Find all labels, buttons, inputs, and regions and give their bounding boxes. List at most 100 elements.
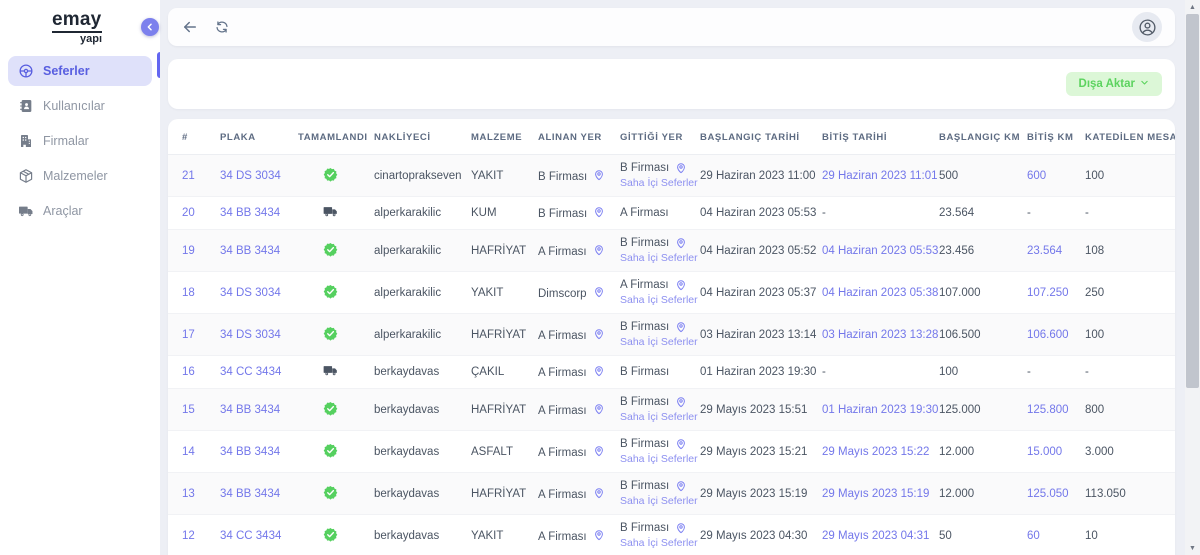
end-km[interactable]: 60 — [1021, 515, 1079, 555]
end-km[interactable]: 107.250 — [1021, 272, 1079, 314]
location-pin-icon[interactable] — [675, 522, 687, 534]
user-menu-button[interactable] — [1132, 12, 1162, 42]
site-trips-link[interactable]: Saha İçi Seferler — [620, 252, 688, 264]
plate-link[interactable]: 34 DS 3034 — [220, 170, 281, 182]
site-trips-link[interactable]: Saha İçi Seferler — [620, 177, 688, 189]
trip-number-link[interactable]: 17 — [182, 329, 195, 341]
end-km[interactable]: 600 — [1021, 155, 1079, 197]
end-km[interactable]: 125.800 — [1021, 389, 1079, 431]
location-pin-icon[interactable] — [593, 403, 605, 415]
end-date[interactable]: 04 Haziran 2023 05:38 — [816, 272, 933, 314]
location-pin-icon[interactable] — [675, 279, 687, 291]
plate-link[interactable]: 34 BB 3434 — [220, 488, 280, 500]
plate-link[interactable]: 34 BB 3434 — [220, 207, 280, 219]
trip-number-link[interactable]: 15 — [182, 404, 195, 416]
sidebar-item-araclar[interactable]: Araçlar — [8, 196, 152, 226]
scrollbar-thumb[interactable] — [1186, 14, 1199, 388]
start-km: 23.564 — [933, 197, 1021, 230]
start-date: 04 Haziran 2023 05:53 — [694, 197, 816, 230]
location-pin-icon[interactable] — [593, 169, 605, 181]
location-pin-icon[interactable] — [593, 445, 605, 457]
carrier-name: alperkarakilic — [368, 197, 465, 230]
sidebar-item-label: Malzemeler — [43, 169, 108, 183]
scroll-up-arrow[interactable]: ▲ — [1185, 0, 1200, 14]
end-date[interactable]: 03 Haziran 2023 13:28 — [816, 314, 933, 356]
materials-icon — [18, 168, 34, 184]
end-date[interactable]: 29 Mayıs 2023 15:19 — [816, 473, 933, 515]
check-badge-icon — [323, 167, 338, 182]
end-km[interactable]: 23.564 — [1021, 230, 1079, 272]
location-pin-icon[interactable] — [675, 162, 687, 174]
trip-row: 21 34 DS 3034 cinartoprakseven YAKIT B F… — [168, 155, 1175, 197]
location-pin-icon[interactable] — [593, 487, 605, 499]
vertical-scrollbar[interactable]: ▲ ▼ — [1185, 0, 1200, 555]
plate-link[interactable]: 34 BB 3434 — [220, 245, 280, 257]
trip-number-link[interactable]: 13 — [182, 488, 195, 500]
end-date[interactable]: 29 Mayıs 2023 15:22 — [816, 431, 933, 473]
trip-number-link[interactable]: 21 — [182, 170, 195, 182]
end-km[interactable]: 106.600 — [1021, 314, 1079, 356]
distance: 10 — [1079, 515, 1175, 555]
trip-row: 14 34 BB 3434 berkaydavas ASFALT A Firma… — [168, 431, 1175, 473]
trip-row: 17 34 DS 3034 alperkarakilic HAFRİYAT A … — [168, 314, 1175, 356]
plate-link[interactable]: 34 DS 3034 — [220, 287, 281, 299]
trip-number-link[interactable]: 12 — [182, 530, 195, 542]
user-circle-icon — [1138, 18, 1157, 37]
back-button[interactable] — [181, 18, 199, 36]
plate-link[interactable]: 34 BB 3434 — [220, 404, 280, 416]
location-pin-icon[interactable] — [593, 328, 605, 340]
site-trips-link[interactable]: Saha İçi Seferler — [620, 411, 688, 423]
end-date[interactable]: 29 Mayıs 2023 04:31 — [816, 515, 933, 555]
column-header-bi-ti-s-km: BİTİŞ KM — [1021, 119, 1079, 155]
end-km[interactable]: 15.000 — [1021, 431, 1079, 473]
site-trips-link[interactable]: Saha İçi Seferler — [620, 294, 688, 306]
export-button[interactable]: Dışa Aktar — [1066, 72, 1162, 96]
sidebar-item-malzemeler[interactable]: Malzemeler — [8, 161, 152, 191]
location-pin-icon[interactable] — [675, 480, 687, 492]
plate-link[interactable]: 34 BB 3434 — [220, 446, 280, 458]
end-km[interactable]: 125.050 — [1021, 473, 1079, 515]
plate-link[interactable]: 34 CC 3434 — [220, 366, 281, 378]
location-pin-icon[interactable] — [593, 206, 605, 218]
plate-link[interactable]: 34 DS 3034 — [220, 329, 281, 341]
carrier-name: berkaydavas — [368, 515, 465, 555]
sidebar-item-seferler[interactable]: Seferler — [8, 56, 152, 86]
sidebar-item-label: Kullanıcılar — [43, 99, 105, 113]
end-date[interactable]: 04 Haziran 2023 05:53 — [816, 230, 933, 272]
end-date[interactable]: 29 Haziran 2023 11:01 — [816, 155, 933, 197]
scroll-down-arrow[interactable]: ▼ — [1185, 541, 1200, 555]
location-pin-icon[interactable] — [675, 321, 687, 333]
carrier-name: berkaydavas — [368, 356, 465, 389]
location-pin-icon[interactable] — [675, 438, 687, 450]
main-content: Dışa Aktar #PLAKATAMAMLANDINAKLİYECİMALZ… — [160, 0, 1185, 555]
start-km: 500 — [933, 155, 1021, 197]
destination-location: B Firması — [620, 321, 669, 333]
location-pin-icon[interactable] — [593, 529, 605, 541]
location-pin-icon[interactable] — [593, 244, 605, 256]
column-header-nakli-yeci: NAKLİYECİ — [368, 119, 465, 155]
refresh-button[interactable] — [215, 20, 229, 34]
end-date[interactable]: 01 Haziran 2023 19:30 — [816, 389, 933, 431]
trip-number-link[interactable]: 19 — [182, 245, 195, 257]
location-pin-icon[interactable] — [593, 286, 605, 298]
end-km: - — [1021, 356, 1079, 389]
site-trips-link[interactable]: Saha İçi Seferler — [620, 336, 688, 348]
sidebar-collapse-button[interactable] — [141, 18, 159, 36]
location-pin-icon[interactable] — [675, 396, 687, 408]
site-trips-link[interactable]: Saha İçi Seferler — [620, 453, 688, 465]
material-name: ÇAKIL — [465, 356, 532, 389]
carrier-name: alperkarakilic — [368, 314, 465, 356]
start-km: 12.000 — [933, 473, 1021, 515]
plate-link[interactable]: 34 CC 3434 — [220, 530, 281, 542]
trip-number-link[interactable]: 18 — [182, 287, 195, 299]
sidebar-item-firmalar[interactable]: Firmalar — [8, 126, 152, 156]
site-trips-link[interactable]: Saha İçi Seferler — [620, 495, 688, 507]
trip-number-link[interactable]: 16 — [182, 366, 195, 378]
location-pin-icon[interactable] — [675, 237, 687, 249]
site-trips-link[interactable]: Saha İçi Seferler — [620, 537, 688, 549]
location-pin-icon[interactable] — [593, 365, 605, 377]
trip-number-link[interactable]: 14 — [182, 446, 195, 458]
sidebar-item-kullanicilar[interactable]: Kullanıcılar — [8, 91, 152, 121]
trip-number-link[interactable]: 20 — [182, 207, 195, 219]
sidebar-nav: Seferler Kullanıcılar Firmalar Malzemele… — [0, 56, 160, 226]
